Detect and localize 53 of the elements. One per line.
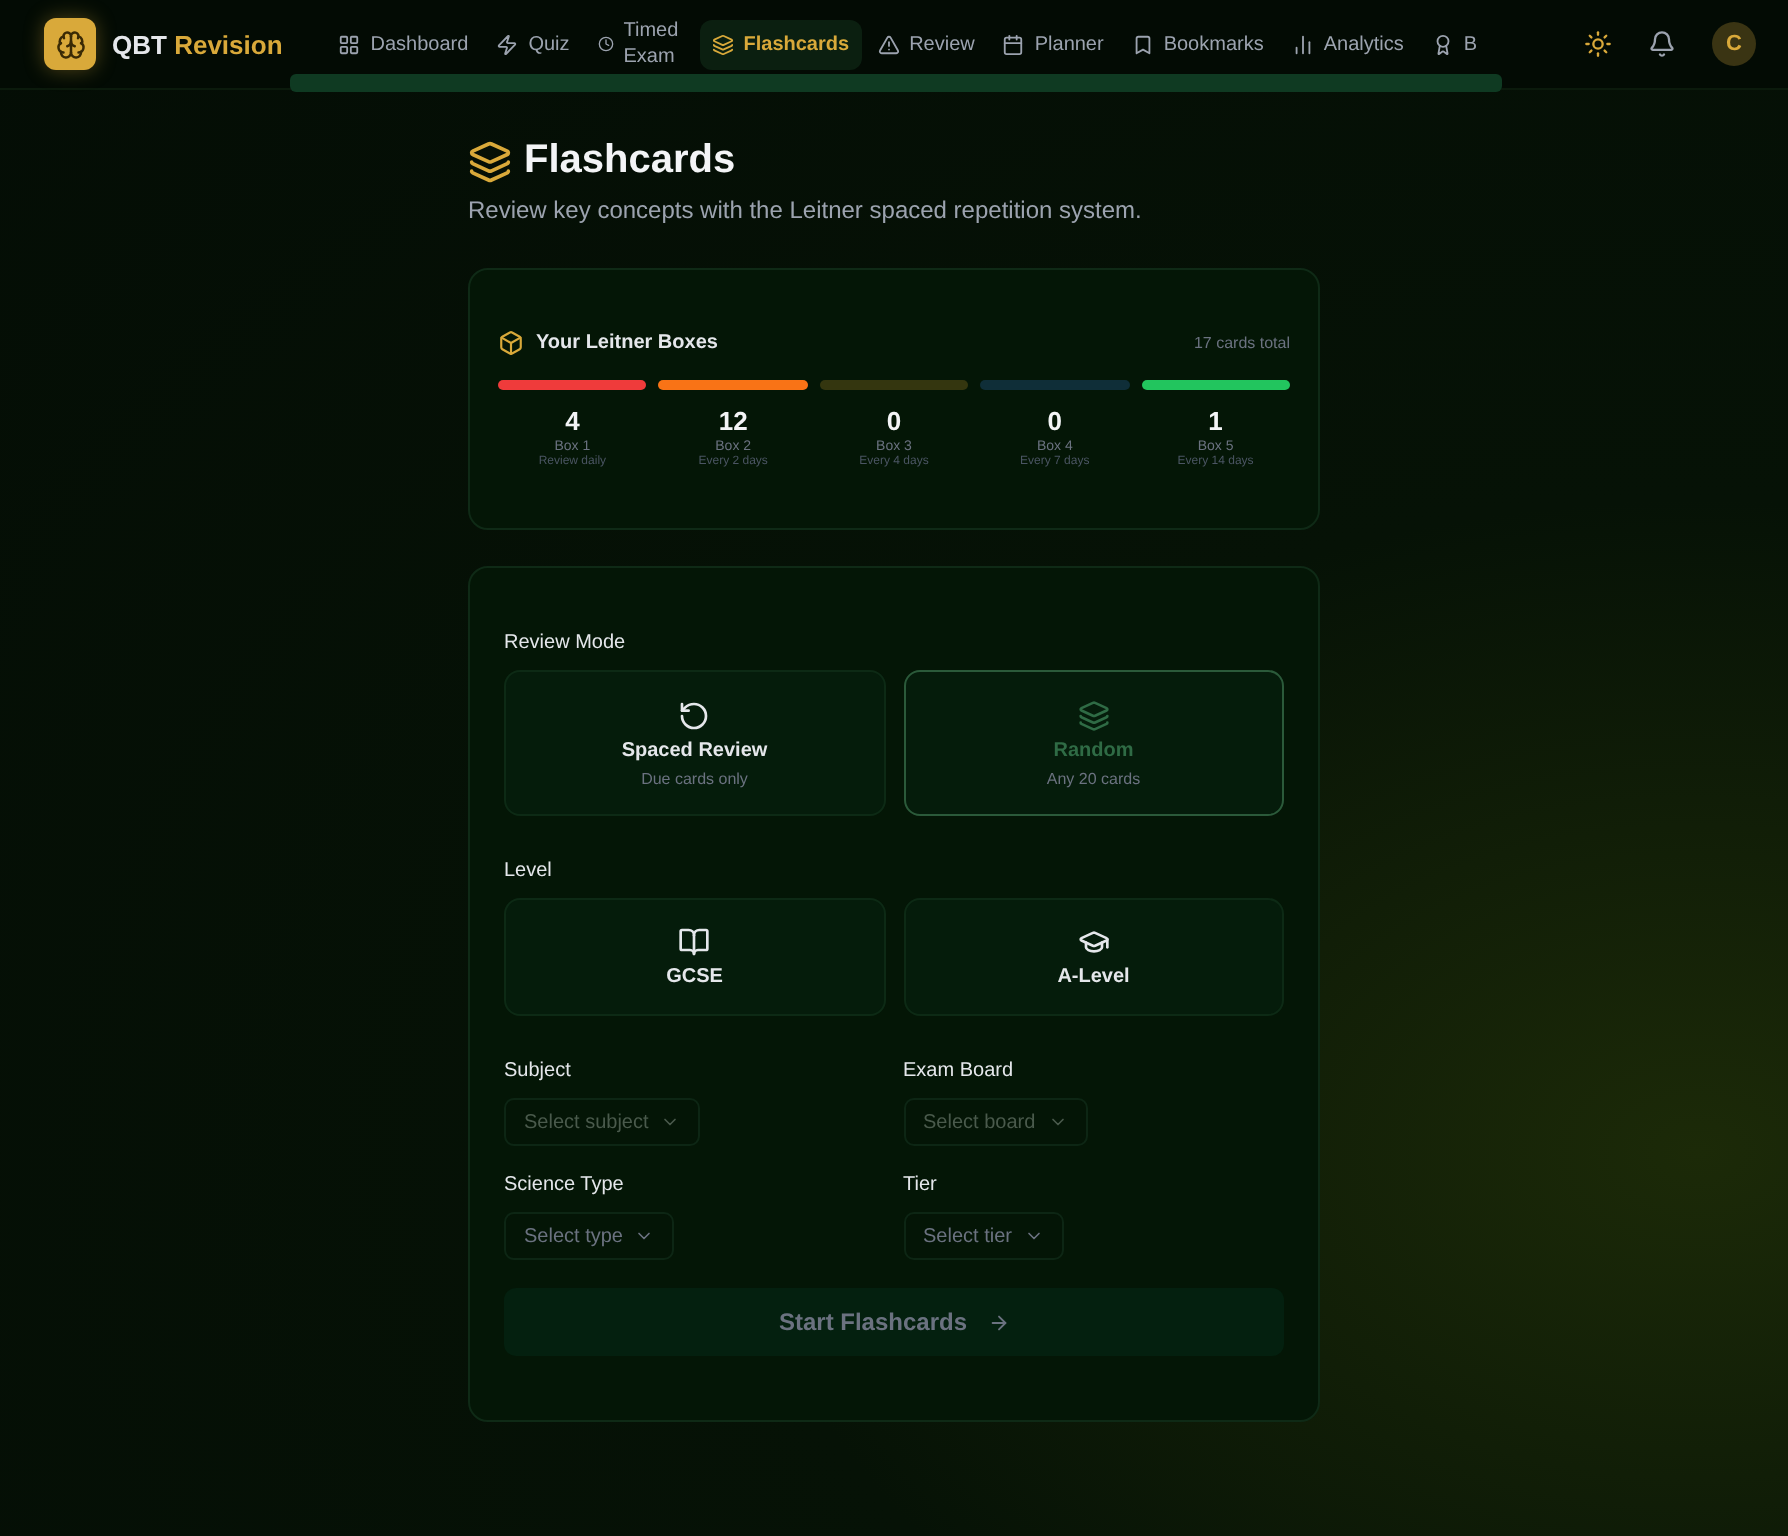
layers-icon <box>1077 699 1110 731</box>
select-field[interactable]: Select tier <box>903 1212 1064 1260</box>
layers-icon <box>711 33 734 55</box>
box-count: 0 <box>1047 406 1062 436</box>
mode-option[interactable]: Random Any 20 cards <box>903 670 1284 816</box>
bookmark-icon <box>1131 33 1154 55</box>
user-avatar[interactable]: C <box>1712 22 1756 66</box>
nav-tab[interactable]: Bookmarks <box>1119 19 1276 69</box>
rotate-icon <box>678 699 711 731</box>
notifications-icon[interactable] <box>1648 30 1676 58</box>
nav-tab[interactable]: Timed Exam <box>585 6 696 82</box>
field-label: Exam Board <box>903 1060 1014 1082</box>
bar-chart-icon <box>1291 33 1314 55</box>
page-title: Flashcards <box>524 138 736 184</box>
brain-icon <box>55 29 85 59</box>
logo[interactable] <box>44 18 96 70</box>
book-icon <box>678 926 711 958</box>
nav-tab[interactable]: Review <box>865 19 987 69</box>
cards-total: 17 cards total <box>1193 334 1290 352</box>
mode-option[interactable]: Spaced Review Due cards only <box>504 670 885 816</box>
nav-tab[interactable]: Flashcards <box>699 19 862 69</box>
arrow-icon <box>987 1311 1010 1333</box>
grid-icon <box>338 33 361 55</box>
nav-tab[interactable]: Analytics <box>1279 19 1416 69</box>
section-label: Level <box>504 860 554 882</box>
field-label: Subject <box>504 1060 571 1082</box>
layers-icon <box>468 139 512 183</box>
level-option[interactable]: GCSE <box>504 898 885 1016</box>
select-field[interactable]: Select type <box>504 1212 675 1260</box>
box-count: 12 <box>718 406 748 436</box>
nav-tab[interactable]: Quiz <box>484 19 582 69</box>
graduation-cap-icon <box>1077 926 1110 958</box>
nav-tab[interactable]: Dashboard <box>326 19 481 69</box>
nav-tab[interactable]: B <box>1419 19 1490 69</box>
warning-icon <box>877 33 900 55</box>
box-count: 0 <box>886 406 902 436</box>
box-count: 1 <box>1208 406 1223 436</box>
section-label: Review Mode <box>504 632 628 654</box>
page-subtitle: Review key concepts with the Leitner spaced repetition system. <box>468 196 1144 224</box>
field-label: Tier <box>903 1174 937 1196</box>
box-count: 4 <box>565 406 580 436</box>
level-option[interactable]: A-Level <box>903 898 1284 1016</box>
card-title: Your Leitner Boxes <box>536 332 718 354</box>
lightning-icon <box>496 33 519 55</box>
field-label: Science Type <box>504 1174 624 1196</box>
calendar-icon <box>1002 33 1025 55</box>
sun-icon[interactable] <box>1584 30 1612 58</box>
scrollbar[interactable] <box>290 74 1502 92</box>
brand-name: QBT Revision <box>112 29 283 59</box>
nav-tab[interactable]: Planner <box>990 19 1116 69</box>
box-icon <box>498 330 524 356</box>
award-icon <box>1431 33 1454 55</box>
clock-icon <box>597 36 614 52</box>
